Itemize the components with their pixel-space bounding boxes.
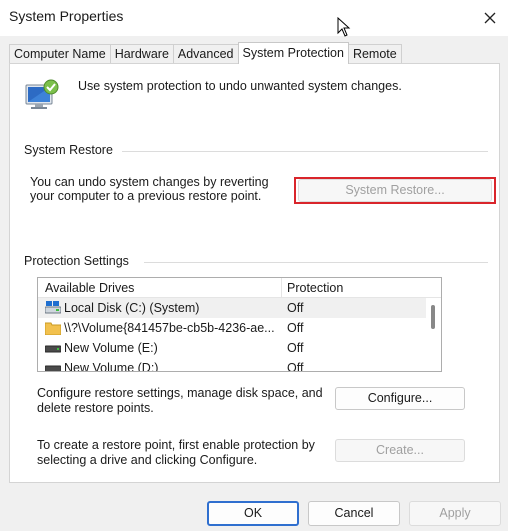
- configure-description: Configure restore settings, manage disk …: [37, 386, 323, 416]
- drive-icon: [45, 365, 61, 371]
- drive-name: Local Disk (C:) (System): [64, 301, 200, 315]
- folder-icon: [45, 322, 61, 335]
- column-header-protection[interactable]: Protection: [287, 281, 343, 295]
- system-restore-description-line1: You can undo system changes by reverting: [30, 175, 269, 189]
- system-drive-icon: [45, 301, 61, 314]
- ok-button[interactable]: OK: [207, 501, 299, 526]
- apply-button[interactable]: Apply: [409, 501, 501, 526]
- cancel-button[interactable]: Cancel: [308, 501, 400, 526]
- configure-description-line1: Configure restore settings, manage disk …: [37, 386, 323, 400]
- tab-advanced[interactable]: Advanced: [172, 44, 239, 63]
- system-protection-panel: Use system protection to undo unwanted s…: [9, 63, 500, 483]
- drive-name: New Volume (D:): [64, 361, 159, 372]
- create-description: To create a restore point, first enable …: [37, 438, 315, 468]
- tab-system-protection[interactable]: System Protection: [237, 42, 349, 64]
- system-restore-description: You can undo system changes by reverting…: [30, 175, 269, 203]
- highlight-annotation: [294, 177, 496, 204]
- protection-settings-divider: [144, 262, 488, 263]
- drive-protection: Off: [287, 301, 304, 315]
- close-icon: [484, 12, 496, 24]
- mouse-cursor-icon: [337, 17, 351, 37]
- drives-list[interactable]: Available Drives Protection Local Disk (…: [37, 277, 442, 372]
- system-properties-window: System Properties Computer Name Hardware…: [0, 0, 508, 531]
- tab-computer-name[interactable]: Computer Name: [9, 44, 111, 63]
- drive-protection: Off: [287, 341, 304, 355]
- drive-row[interactable]: Local Disk (C:) (System) Off: [38, 298, 426, 318]
- create-description-line1: To create a restore point, first enable …: [37, 438, 315, 452]
- title-bar: System Properties: [0, 0, 508, 37]
- tab-remote[interactable]: Remote: [347, 44, 402, 63]
- drive-protection: Off: [287, 321, 304, 335]
- system-restore-description-line2: your computer to a previous restore poin…: [30, 189, 262, 203]
- tab-strip: Computer Name Hardware Advanced System P…: [9, 42, 402, 64]
- close-button[interactable]: [472, 0, 508, 36]
- drives-list-scrollbar[interactable]: [426, 298, 441, 371]
- configure-description-line2: delete restore points.: [37, 401, 154, 415]
- scrollbar-thumb[interactable]: [431, 305, 435, 329]
- intro-text: Use system protection to undo unwanted s…: [78, 79, 402, 93]
- drive-row[interactable]: \\?\Volume{841457be-cb5b-4236-ae... Off: [38, 318, 426, 338]
- tab-hardware[interactable]: Hardware: [109, 44, 174, 63]
- window-title: System Properties: [9, 8, 124, 24]
- configure-button[interactable]: Configure...: [335, 387, 465, 410]
- drive-name: New Volume (E:): [64, 341, 158, 355]
- drive-row[interactable]: New Volume (E:) Off: [38, 338, 426, 358]
- drive-protection: Off: [287, 361, 304, 372]
- drive-name: \\?\Volume{841457be-cb5b-4236-ae...: [64, 321, 275, 335]
- column-separator[interactable]: [281, 278, 282, 298]
- drive-icon: [45, 345, 61, 353]
- system-protection-icon: [25, 79, 59, 109]
- drives-list-header: Available Drives Protection: [38, 278, 441, 298]
- protection-settings-group-label: Protection Settings: [24, 254, 129, 268]
- column-header-available-drives[interactable]: Available Drives: [45, 281, 134, 295]
- drive-row[interactable]: New Volume (D:) Off: [38, 358, 426, 372]
- create-button[interactable]: Create...: [335, 439, 465, 462]
- system-restore-divider: [122, 151, 488, 152]
- create-description-line2: selecting a drive and clicking Configure…: [37, 453, 258, 467]
- system-restore-group-label: System Restore: [24, 143, 113, 157]
